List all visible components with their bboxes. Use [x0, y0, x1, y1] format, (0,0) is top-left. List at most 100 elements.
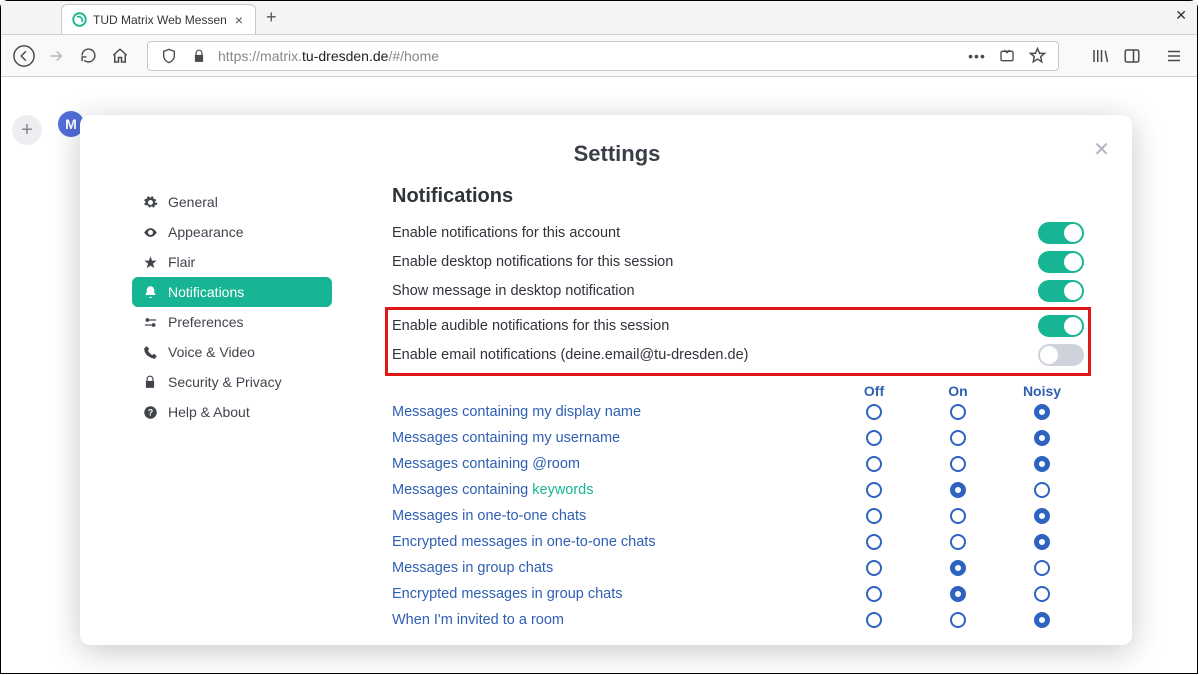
toggle-list: Enable notifications for this account Ena…: [392, 218, 1084, 376]
rule-row: Messages in one-to-one chats: [392, 503, 1084, 529]
bell-icon: [142, 284, 158, 300]
toggle-label: Show message in desktop notification: [392, 283, 635, 299]
close-modal-icon[interactable]: ✕: [1093, 137, 1110, 162]
sidebar-item-notifications[interactable]: Notifications: [132, 277, 332, 307]
page-content: + M mornhous ✕ Settings GeneralAppearanc…: [2, 79, 1196, 672]
compose-fab[interactable]: +: [12, 115, 42, 145]
radio-noisy[interactable]: [1034, 612, 1050, 628]
browser-window: TUD Matrix Web Messen × + ✕ https://matr…: [0, 0, 1198, 674]
rule-label: Messages in one-to-one chats: [392, 508, 832, 524]
sidebar-item-voice-video[interactable]: Voice & Video: [132, 337, 332, 367]
highlight-box: Enable audible notifications for this se…: [385, 307, 1091, 376]
bookmark-star-icon[interactable]: [1026, 45, 1048, 67]
radio-off[interactable]: [866, 456, 882, 472]
radio-on[interactable]: [950, 430, 966, 446]
favicon-icon: [72, 12, 87, 27]
sidebar-item-label: Preferences: [168, 314, 243, 330]
sidebar-item-label: Flair: [168, 254, 195, 270]
permission-icon[interactable]: [996, 45, 1018, 67]
radio-on[interactable]: [950, 612, 966, 628]
radio-off[interactable]: [866, 534, 882, 550]
radio-off[interactable]: [866, 430, 882, 446]
tab-title: TUD Matrix Web Messen: [93, 13, 227, 27]
rule-row: Messages in group chats: [392, 555, 1084, 581]
toggle-label: Enable email notifications (deine.email@…: [392, 347, 748, 363]
lock-icon[interactable]: [188, 45, 210, 67]
toggle-switch[interactable]: [1038, 344, 1084, 366]
radio-off[interactable]: [866, 482, 882, 498]
sidebar-toggle-icon[interactable]: [1121, 45, 1143, 67]
reload-button[interactable]: [77, 45, 99, 67]
radio-on[interactable]: [950, 534, 966, 550]
url-bar[interactable]: https://matrix.tu-dresden.de/#/home •••: [147, 41, 1059, 71]
browser-toolbar: https://matrix.tu-dresden.de/#/home •••: [1, 35, 1197, 77]
library-icon[interactable]: [1089, 45, 1111, 67]
rule-label: Messages containing @room: [392, 456, 832, 472]
sidebar-item-label: Notifications: [168, 284, 244, 300]
toggle-label: Enable desktop notifications for this se…: [392, 254, 673, 270]
rule-label: When I'm invited to a room: [392, 612, 832, 628]
radio-noisy[interactable]: [1034, 534, 1050, 550]
radio-off[interactable]: [866, 560, 882, 576]
sidebar-item-preferences[interactable]: Preferences: [132, 307, 332, 337]
sidebar-item-general[interactable]: General: [132, 187, 332, 217]
radio-noisy[interactable]: [1034, 560, 1050, 576]
rule-label: Messages containing my username: [392, 430, 832, 446]
sidebar-item-label: Appearance: [168, 224, 244, 240]
radio-noisy[interactable]: [1034, 586, 1050, 602]
settings-sidebar: General Appearance Flair Notifications Prefe…: [132, 185, 332, 633]
toggle-row: Enable notifications for this account: [392, 218, 1084, 247]
rule-row: Messages containing my username: [392, 425, 1084, 451]
radio-on[interactable]: [950, 586, 966, 602]
toggle-switch[interactable]: [1038, 251, 1084, 273]
toggle-label: Enable audible notifications for this se…: [392, 318, 669, 334]
radio-on[interactable]: [950, 508, 966, 524]
rule-header-noisy: Noisy: [1000, 383, 1084, 399]
keywords-link[interactable]: keywords: [532, 482, 593, 498]
radio-noisy[interactable]: [1034, 482, 1050, 498]
star-icon: [142, 254, 158, 270]
home-button[interactable]: [109, 45, 131, 67]
close-tab-icon[interactable]: ×: [233, 12, 245, 28]
radio-off[interactable]: [866, 404, 882, 420]
rule-row: Messages containing keywords: [392, 477, 1084, 503]
sidebar-item-appearance[interactable]: Appearance: [132, 217, 332, 247]
sidebar-item-flair[interactable]: Flair: [132, 247, 332, 277]
toggle-switch[interactable]: [1038, 315, 1084, 337]
toggle-switch[interactable]: [1038, 280, 1084, 302]
rule-label: Messages containing keywords: [392, 482, 832, 498]
rule-header-on: On: [916, 383, 1000, 399]
browser-tab-active[interactable]: TUD Matrix Web Messen ×: [61, 4, 256, 34]
url-text: https://matrix.tu-dresden.de/#/home: [218, 48, 958, 64]
shield-icon[interactable]: [158, 45, 180, 67]
window-close-icon[interactable]: ✕: [1175, 7, 1187, 24]
radio-off[interactable]: [866, 612, 882, 628]
radio-on[interactable]: [950, 404, 966, 420]
rule-row: Encrypted messages in one-to-one chats: [392, 529, 1084, 555]
hamburger-menu-icon[interactable]: [1163, 45, 1185, 67]
new-tab-button[interactable]: +: [266, 7, 277, 28]
page-actions-icon[interactable]: •••: [966, 45, 988, 67]
sidebar-item-label: General: [168, 194, 218, 210]
radio-off[interactable]: [866, 508, 882, 524]
toggle-label: Enable notifications for this account: [392, 225, 620, 241]
rule-row: Encrypted messages in group chats: [392, 581, 1084, 607]
radio-on[interactable]: [950, 560, 966, 576]
sidebar-item-label: Voice & Video: [168, 344, 255, 360]
section-heading: Notifications: [392, 185, 1084, 208]
sliders-icon: [142, 314, 158, 330]
rule-label: Messages containing my display name: [392, 404, 832, 420]
sidebar-item-help-about[interactable]: ?Help & About: [132, 397, 332, 427]
radio-noisy[interactable]: [1034, 430, 1050, 446]
rule-header-empty: [392, 383, 832, 399]
help-icon: ?: [142, 404, 158, 420]
sidebar-item-security-privacy[interactable]: Security & Privacy: [132, 367, 332, 397]
back-button[interactable]: [13, 45, 35, 67]
radio-on[interactable]: [950, 456, 966, 472]
radio-noisy[interactable]: [1034, 508, 1050, 524]
toggle-switch[interactable]: [1038, 222, 1084, 244]
radio-on[interactable]: [950, 482, 966, 498]
radio-noisy[interactable]: [1034, 456, 1050, 472]
radio-off[interactable]: [866, 586, 882, 602]
radio-noisy[interactable]: [1034, 404, 1050, 420]
